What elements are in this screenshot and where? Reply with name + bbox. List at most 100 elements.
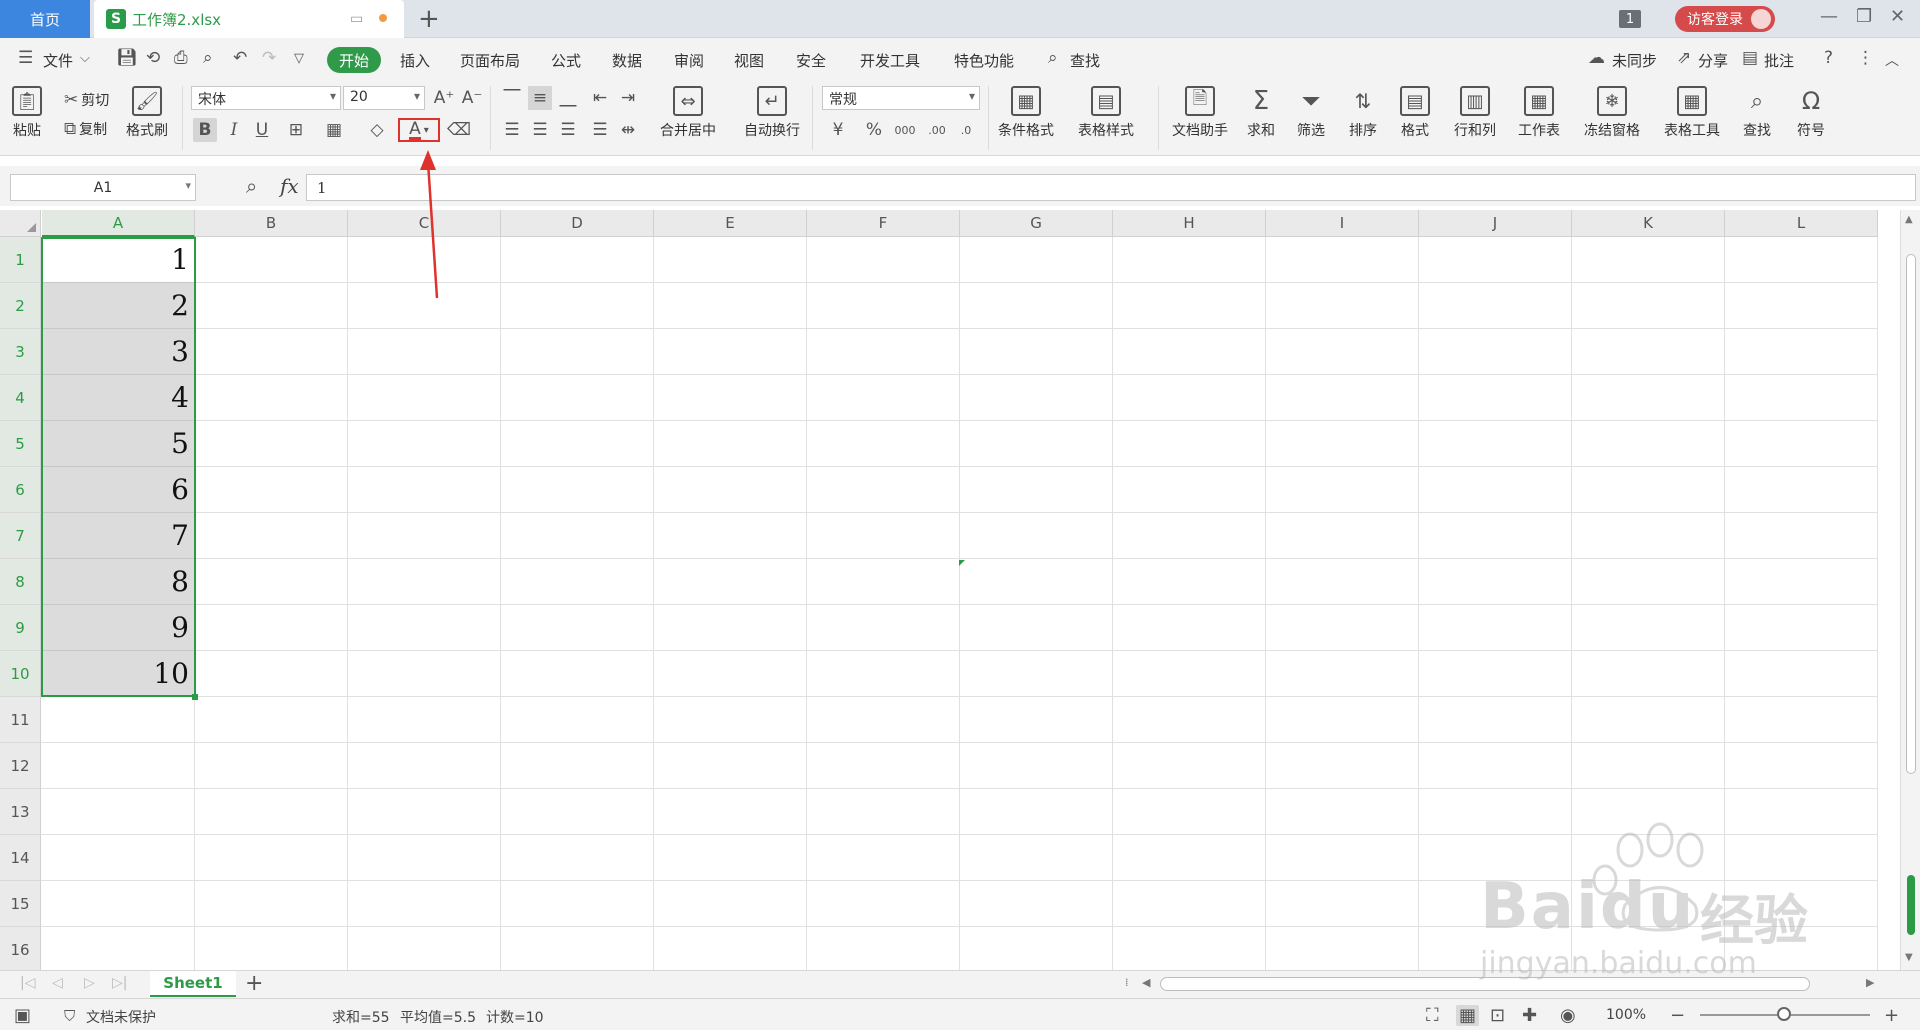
fullscreen-icon[interactable]: ⛶ — [1426, 1005, 1439, 1026]
rows-cols-button[interactable]: ▥ 行和列 — [1454, 86, 1496, 140]
close-icon[interactable]: ✕ — [1890, 6, 1905, 27]
horizontal-scroll-thumb[interactable] — [1160, 977, 1810, 991]
search-command[interactable]: 查找 — [1070, 50, 1100, 71]
split-handle-icon[interactable]: ⁞ — [1125, 976, 1129, 989]
home-tab[interactable]: 首页 — [0, 0, 90, 38]
cell-a9[interactable]: 9 — [42, 605, 195, 651]
login-button[interactable]: 访客登录 — [1675, 6, 1775, 32]
row-header-11[interactable]: 11 — [0, 697, 41, 743]
font-size-select[interactable]: 20 — [343, 86, 425, 110]
paste-button[interactable]: 📋︎ 粘贴 — [12, 86, 42, 140]
row-header-13[interactable]: 13 — [0, 789, 41, 835]
align-right-icon[interactable]: ☰ — [556, 118, 580, 142]
column-header-h[interactable]: H — [1113, 210, 1266, 237]
row-header-16[interactable]: 16 — [0, 927, 41, 970]
tab-view[interactable]: 视图 — [734, 50, 764, 71]
tab-special-features[interactable]: 特色功能 — [954, 50, 1014, 71]
document-tab[interactable]: S 工作簿2.xlsx ▭ — [94, 0, 404, 38]
first-sheet-icon[interactable]: |◁ — [20, 975, 35, 991]
symbol-button[interactable]: Ω 符号 — [1796, 86, 1826, 140]
cell-a5[interactable]: 5 — [42, 421, 195, 467]
zoom-slider-knob[interactable] — [1777, 1007, 1791, 1021]
row-header-9[interactable]: 9 — [0, 605, 41, 651]
scroll-right-icon[interactable]: ▶ — [1866, 976, 1874, 989]
filter-button[interactable]: ⏷ 筛选 — [1296, 86, 1326, 140]
zoom-level[interactable]: 100% — [1606, 1007, 1646, 1023]
last-sheet-icon[interactable]: ▷| — [112, 975, 127, 991]
tab-formulas[interactable]: 公式 — [551, 50, 581, 71]
decrease-font-icon[interactable]: A⁻ — [460, 86, 484, 110]
currency-icon[interactable]: ¥ — [826, 118, 850, 142]
column-header-a[interactable]: A — [42, 210, 195, 237]
prev-sheet-icon[interactable]: ◁ — [52, 975, 63, 991]
font-name-select[interactable]: 宋体 — [191, 86, 341, 110]
cell-a8[interactable]: 8 — [42, 559, 195, 605]
minimize-icon[interactable]: — — [1820, 6, 1838, 27]
copy-button[interactable]: ⧉ 复制 — [64, 119, 107, 139]
percent-icon[interactable]: % — [862, 118, 886, 142]
chevron-down-icon[interactable]: ⌵ — [80, 51, 90, 66]
align-middle-icon[interactable]: ≡ — [528, 86, 552, 110]
restore-icon[interactable]: ❐ — [1856, 6, 1872, 27]
fx-icon[interactable]: fx — [280, 174, 299, 198]
find-button[interactable]: ⌕ 查找 — [1742, 86, 1772, 140]
monitor-icon[interactable]: ▭ — [350, 11, 363, 27]
help-icon[interactable]: ? — [1824, 48, 1833, 68]
align-left-icon[interactable]: ☰ — [500, 118, 524, 142]
table-style-button[interactable]: ▤ 表格样式 — [1078, 86, 1134, 140]
borders-icon[interactable]: ⊞ — [284, 118, 308, 142]
row-header-7[interactable]: 7 — [0, 513, 41, 559]
tab-review[interactable]: 审阅 — [674, 50, 704, 71]
conditional-format-button[interactable]: ▦ 条件格式 — [998, 86, 1054, 140]
vertical-scrollbar[interactable]: ▲ ▼ — [1900, 210, 1920, 970]
zoom-out-icon[interactable]: − — [1670, 1005, 1685, 1026]
print-preview-icon[interactable]: ⌕ — [203, 48, 213, 68]
cell-a10[interactable]: 10 — [42, 651, 195, 697]
underline-button[interactable]: U — [250, 118, 274, 142]
number-format-select[interactable]: 常规 — [822, 86, 980, 110]
column-header-i[interactable]: I — [1266, 210, 1419, 237]
fill-color-icon[interactable]: ◇ — [365, 118, 389, 142]
vertical-scroll-thumb[interactable] — [1906, 254, 1916, 774]
row-header-3[interactable]: 3 — [0, 329, 41, 375]
collapse-ribbon-icon[interactable]: ︿ — [1885, 50, 1899, 70]
column-header-l[interactable]: L — [1725, 210, 1878, 237]
comment-button[interactable]: 批注 — [1764, 50, 1794, 71]
eye-protection-icon[interactable]: ◉ — [1560, 1005, 1576, 1026]
increase-decimal-icon[interactable]: .00 — [925, 118, 949, 142]
column-header-b[interactable]: B — [195, 210, 348, 237]
zoom-in-icon[interactable]: + — [1884, 1005, 1899, 1026]
scroll-down-icon[interactable]: ▼ — [1905, 952, 1913, 963]
align-top-icon[interactable]: ⎺ — [500, 86, 524, 110]
print-icon[interactable]: ⎙ — [174, 48, 188, 68]
worksheet-button[interactable]: ▦ 工作表 — [1518, 86, 1560, 140]
scroll-up-icon[interactable]: ▲ — [1905, 214, 1913, 225]
tab-page-layout[interactable]: 页面布局 — [460, 50, 520, 71]
font-color-button[interactable]: A ▾ — [398, 118, 440, 142]
row-header-12[interactable]: 12 — [0, 743, 41, 789]
average-status[interactable]: 平均值=5.5 — [400, 1007, 476, 1027]
count-status[interactable]: 计数=10 — [486, 1007, 544, 1027]
decrease-indent-icon[interactable]: ⇤ — [588, 86, 612, 110]
format-button[interactable]: ▤ 格式 — [1400, 86, 1430, 140]
hamburger-icon[interactable]: ☰ — [18, 48, 33, 68]
cell-a6[interactable]: 6 — [42, 467, 195, 513]
italic-button[interactable]: I — [222, 118, 246, 142]
wrap-text-button[interactable]: ↵ 自动换行 — [744, 86, 800, 140]
clear-format-icon[interactable]: ⌫ — [447, 118, 471, 142]
merge-center-button[interactable]: ⇔ 合并居中 — [660, 86, 716, 140]
undo-icon[interactable]: ↶ — [233, 48, 247, 68]
row-header-15[interactable]: 15 — [0, 881, 41, 927]
scroll-left-icon[interactable]: ◀ — [1142, 976, 1150, 989]
align-center-icon[interactable]: ☰ — [528, 118, 552, 142]
column-header-d[interactable]: D — [501, 210, 654, 237]
formula-input[interactable]: 1 — [306, 174, 1916, 201]
thousands-icon[interactable]: 000 — [893, 118, 917, 142]
tab-security[interactable]: 安全 — [796, 50, 826, 71]
reading-mode-icon[interactable]: ✚ — [1522, 1005, 1537, 1026]
row-header-6[interactable]: 6 — [0, 467, 41, 513]
column-header-e[interactable]: E — [654, 210, 807, 237]
file-menu[interactable]: 文件 — [43, 50, 73, 71]
name-box[interactable]: A1 — [10, 174, 196, 201]
cell-a1[interactable]: 1 — [42, 237, 195, 283]
